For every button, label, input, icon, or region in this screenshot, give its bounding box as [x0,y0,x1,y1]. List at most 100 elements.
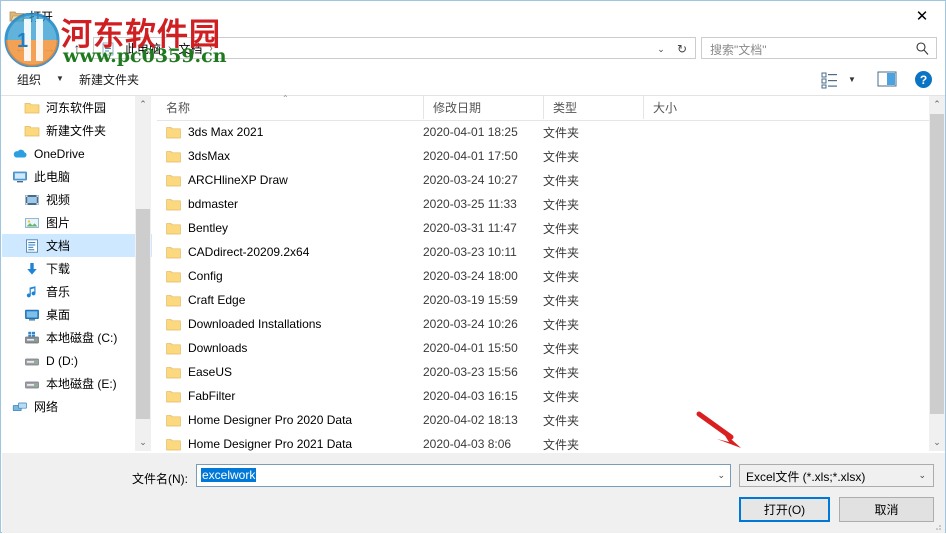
sort-ascending-icon: ⌃ [282,94,289,103]
scroll-down-icon[interactable]: ⌄ [135,434,151,451]
open-file-dialog: 打开 ✕ ← → ↑ 此电脑 › 文档 › ⌄ ↻ 搜索"文档" 组织 ▼ 新建… [0,0,946,533]
file-name-cell: 3dsMax [157,149,423,163]
column-header-1[interactable]: 修改日期 [423,96,543,119]
folder-icon [166,294,181,307]
file-date-cell: 2020-04-02 18:13 [423,413,518,427]
file-type-cell: 文件夹 [543,197,580,212]
close-icon[interactable]: ✕ [899,1,945,31]
sidebar-item-10[interactable]: 本地磁盘 (C:) [2,326,152,349]
filetype-select[interactable]: Excel文件 (*.xls;*.xlsx) ⌄ [739,464,934,487]
scroll-up-icon[interactable]: ⌃ [929,96,945,113]
file-type-cell: 文件夹 [543,293,580,308]
filename-label: 文件名(N): [132,472,188,486]
sidebar-item-7[interactable]: 下载 [2,257,152,280]
table-row[interactable]: EaseUS 2020-03-23 15:56 文件夹 [157,360,929,384]
table-row[interactable]: Home Designer Pro 2020 Data 2020-04-02 18… [157,408,929,432]
refresh-icon[interactable]: ↻ [673,40,691,58]
new-folder-button[interactable]: 新建文件夹 [79,71,139,88]
chevron-down-icon[interactable]: ⌄ [918,470,926,481]
view-list-icon[interactable] [821,71,839,89]
table-row[interactable]: ARCHlineXP Draw 2020-03-24 10:27 文件夹 [157,168,929,192]
chevron-down-icon[interactable]: ⌄ [717,470,725,481]
cancel-button[interactable]: 取消 [839,497,934,522]
table-row[interactable]: Downloaded Installations 2020-03-24 10:26… [157,312,929,336]
file-date-cell: 2020-03-19 15:59 [423,293,518,307]
table-row[interactable]: 3dsMax 2020-04-01 17:50 文件夹 [157,144,929,168]
sidebar-item-label: 新建文件夹 [46,124,107,138]
table-row[interactable]: Config 2020-03-24 18:00 文件夹 [157,264,929,288]
scroll-up-icon[interactable]: ⌃ [135,96,151,113]
scrollbar-thumb[interactable] [930,114,944,414]
sidebar-item-label: OneDrive [34,146,85,161]
folder-icon [166,414,181,427]
file-name-label: Downloaded Installations [188,317,322,331]
sidebar-item-4[interactable]: 视频 [2,188,152,211]
search-icon [915,41,929,55]
file-name-label: Craft Edge [188,293,246,307]
breadcrumb-separator-1[interactable]: › [205,43,216,54]
breadcrumb-separator-0[interactable]: › [164,43,175,54]
search-box[interactable]: 搜索"文档" [701,37,937,59]
column-header-3[interactable]: 大小 [643,96,723,119]
table-row[interactable]: Bentley 2020-03-31 11:47 文件夹 [157,216,929,240]
file-date-cell: 2020-04-01 15:50 [423,341,518,355]
table-row[interactable]: 3ds Max 2021 2020-04-01 18:25 文件夹 [157,120,929,144]
filename-value[interactable]: excelwork [201,468,257,482]
sidebar-item-2[interactable]: OneDrive [2,142,152,165]
file-type-cell: 文件夹 [543,245,580,260]
breadcrumb-item-1[interactable]: 文档 [175,40,205,57]
table-row[interactable]: Craft Edge 2020-03-19 15:59 文件夹 [157,288,929,312]
table-row[interactable]: FabFilter 2020-04-03 16:15 文件夹 [157,384,929,408]
chevron-down-icon[interactable]: ⌄ [653,41,669,57]
file-name-cell: Config [157,269,423,283]
file-name-label: bdmaster [188,197,239,211]
sidebar-item-9[interactable]: 桌面 [2,303,152,326]
file-type-cell: 文件夹 [543,437,580,452]
table-row[interactable]: CADdirect-20209.2x64 2020-03-23 10:11 文件夹 [157,240,929,264]
resize-grip[interactable] [932,520,942,530]
folder-icon [166,174,181,187]
scrollbar-thumb[interactable] [136,209,150,419]
chevron-down-icon[interactable]: ▼ [56,74,64,83]
open-button[interactable]: 打开(O) [739,497,830,522]
chevron-down-icon[interactable]: ▼ [848,75,856,84]
up-button[interactable]: ↑ [65,36,89,60]
column-header-2[interactable]: 类型 [543,96,643,119]
sidebar-item-6[interactable]: 文档 [2,234,152,257]
video-icon [24,192,40,208]
back-button[interactable]: ← [9,36,33,60]
column-header-0[interactable]: 名称 ⌃ [157,94,423,119]
sidebar-scrollbar[interactable]: ⌃ ⌄ [135,96,151,451]
breadcrumb-item-0[interactable]: 此电脑 [122,40,164,57]
sidebar-item-12[interactable]: 本地磁盘 (E:) [2,372,152,395]
sidebar-item-11[interactable]: D (D:) [2,349,152,372]
help-icon[interactable]: ? [914,70,933,89]
sidebar-item-0[interactable]: 河东软件园 [2,96,152,119]
table-row[interactable]: bdmaster 2020-03-25 11:33 文件夹 [157,192,929,216]
preview-pane-icon[interactable] [877,71,897,87]
file-list-scrollbar[interactable]: ⌃ ⌄ [929,96,945,451]
folder-icon [166,198,181,211]
navigation-pane: 河东软件园新建文件夹 OneDrive 此电脑视频 图片 文档 下载 音乐 桌面 本地磁盘 (C… [2,96,152,451]
sidebar-item-3[interactable]: 此电脑 [2,165,152,188]
toolbar: 组织 ▼ 新建文件夹 ▼ ? [1,65,945,96]
search-input[interactable]: 搜索"文档" [710,41,767,58]
column-headers: 名称 ⌃ 修改日期 类型 大小 [157,94,929,121]
filename-input[interactable]: excelwork ⌄ [196,464,731,487]
sidebar-item-8[interactable]: 音乐 [2,280,152,303]
file-name-cell: CADdirect-20209.2x64 [157,245,423,259]
folder-icon [166,150,181,163]
folder-icon [166,438,181,451]
table-row[interactable]: Home Designer Pro 2021 Data 2020-04-03 8:… [157,432,929,451]
sidebar-item-13[interactable]: 网络 [2,395,152,418]
folder-icon [24,100,40,116]
sidebar-item-label: 此电脑 [34,170,71,184]
address-bar[interactable]: 此电脑 › 文档 › ⌄ ↻ [93,37,696,59]
file-name-cell: FabFilter [157,389,423,403]
forward-button[interactable]: → [37,36,61,60]
scroll-down-icon[interactable]: ⌄ [929,434,945,451]
organize-button[interactable]: 组织 [17,71,41,88]
sidebar-item-5[interactable]: 图片 [2,211,152,234]
table-row[interactable]: Downloads 2020-04-01 15:50 文件夹 [157,336,929,360]
sidebar-item-1[interactable]: 新建文件夹 [2,119,152,142]
